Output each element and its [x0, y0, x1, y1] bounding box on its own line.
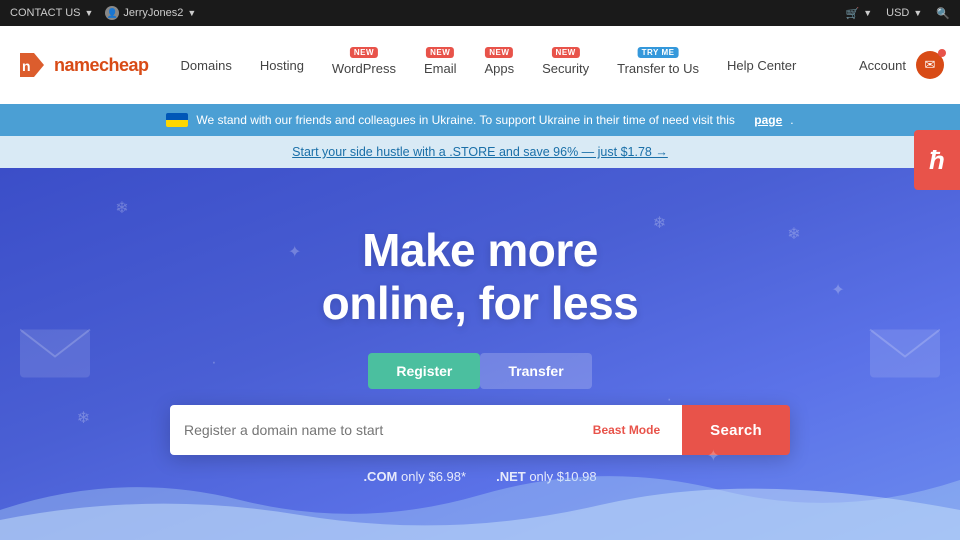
top-bar: CONTACT US ▼ 👤 JerryJones2 ▼ 🛒 ▼ USD ▼ 🔍 — [0, 0, 960, 26]
snowflake-4: ✦ — [831, 280, 844, 300]
beast-mode-button[interactable]: Beast Mode — [585, 423, 668, 437]
hero-section: ❄ ✦ ❄ ✦ ❄ ✦ · · ❄ Make more online, for … — [0, 168, 960, 540]
logo-svg-icon: n — [16, 49, 48, 81]
username-label: JerryJones2 — [123, 7, 183, 19]
hero-title: Make more online, for less — [322, 224, 639, 330]
search-button[interactable]: Search — [682, 405, 790, 455]
nav-domains-label: Domains — [181, 58, 232, 73]
cart-icon: 🛒 — [846, 7, 860, 20]
security-badge: NEW — [552, 47, 580, 58]
logo-text: namecheap — [54, 55, 149, 76]
account-menu[interactable]: Account — [859, 58, 906, 73]
nav-items: Domains Hosting NEW WordPress NEW Email … — [169, 49, 859, 82]
nav-item-apps[interactable]: NEW Apps — [473, 49, 527, 82]
transfer-tab[interactable]: Transfer — [480, 353, 591, 389]
cart-menu[interactable]: 🛒 ▼ — [846, 7, 873, 20]
nav-hosting-label: Hosting — [260, 58, 304, 73]
currency-menu[interactable]: USD ▼ — [886, 7, 922, 19]
mail-icon-wrapper[interactable]: ✉ — [916, 51, 944, 79]
nav-helpcenter-label: Help Center — [727, 58, 796, 73]
ukraine-flag-icon — [166, 113, 188, 127]
top-bar-right: 🛒 ▼ USD ▼ 🔍 — [846, 7, 950, 20]
user-avatar-icon: 👤 — [105, 6, 119, 20]
snowflake-1: ❄ — [115, 198, 128, 218]
nav-bar: n namecheap Domains Hosting NEW WordPres… — [0, 26, 960, 104]
right-decoration — [860, 322, 940, 387]
nav-transfer-label: Transfer to Us — [617, 61, 699, 76]
notification-dot — [938, 49, 946, 57]
user-caret: ▼ — [187, 8, 196, 18]
currency-caret: ▼ — [913, 8, 922, 18]
snowflake-3: ❄ — [653, 213, 666, 233]
svg-text:n: n — [22, 58, 31, 74]
wave-svg — [0, 460, 960, 540]
flag-yellow-stripe — [166, 120, 188, 127]
register-tab[interactable]: Register — [368, 353, 480, 389]
snowflake-2: ✦ — [288, 242, 301, 262]
ukraine-page-link[interactable]: page — [754, 113, 782, 127]
nav-item-helpcenter[interactable]: Help Center — [715, 52, 808, 79]
user-menu[interactable]: 👤 JerryJones2 ▼ — [105, 6, 196, 20]
transfer-badge: TRY ME — [638, 47, 679, 58]
nav-security-label: Security — [542, 61, 589, 76]
hero-title-line2: online, for less — [322, 277, 639, 329]
domain-search-input[interactable] — [184, 422, 577, 438]
promo-text: Start your side hustle with a .STORE and… — [292, 145, 668, 159]
domain-tabs-row: Register Transfer — [368, 353, 591, 389]
snowflake-9: ❄ — [787, 224, 800, 244]
search-input-wrapper: Beast Mode — [170, 405, 682, 455]
nav-apps-label: Apps — [485, 61, 515, 76]
top-bar-left: CONTACT US ▼ 👤 JerryJones2 ▼ — [10, 6, 196, 20]
email-badge: NEW — [426, 47, 454, 58]
contact-us-menu[interactable]: CONTACT US ▼ — [10, 7, 93, 19]
bottom-wave-decoration — [0, 460, 960, 540]
account-label: Account — [859, 58, 906, 73]
search-icon: 🔍 — [936, 7, 950, 20]
left-envelope-icon — [20, 322, 100, 382]
ukraine-period: . — [790, 113, 793, 127]
nav-item-domains[interactable]: Domains — [169, 52, 244, 79]
contact-us-caret: ▼ — [85, 8, 94, 18]
nav-item-wordpress[interactable]: NEW WordPress — [320, 49, 408, 82]
domain-search-row: Beast Mode Search — [170, 405, 790, 455]
nav-item-transfer[interactable]: TRY ME Transfer to Us — [605, 49, 711, 82]
nav-item-email[interactable]: NEW Email — [412, 49, 469, 82]
flag-blue-stripe — [166, 113, 188, 120]
snowflake-8: · — [667, 391, 672, 409]
ukraine-banner: We stand with our friends and colleagues… — [0, 104, 960, 136]
heureka-button[interactable]: ħ — [914, 130, 960, 190]
currency-label: USD — [886, 7, 909, 19]
wordpress-badge: NEW — [350, 47, 378, 58]
search-icon-btn[interactable]: 🔍 — [936, 7, 950, 20]
nav-item-hosting[interactable]: Hosting — [248, 52, 316, 79]
cart-caret: ▼ — [863, 8, 872, 18]
nav-right: Account ✉ — [859, 51, 944, 79]
apps-badge: NEW — [485, 47, 513, 58]
snowflake-5: ❄ — [77, 408, 90, 428]
contact-us-label: CONTACT US — [10, 7, 81, 19]
ukraine-text: We stand with our friends and colleagues… — [196, 113, 735, 127]
nav-wordpress-label: WordPress — [332, 61, 396, 76]
nav-email-label: Email — [424, 61, 457, 76]
nav-item-security[interactable]: NEW Security — [530, 49, 601, 82]
hero-title-line1: Make more — [362, 224, 598, 276]
left-decoration — [20, 322, 100, 387]
logo[interactable]: n namecheap — [16, 49, 149, 81]
snowflake-7: · — [211, 354, 216, 372]
heureka-label: ħ — [929, 145, 945, 176]
right-envelope-icon — [860, 322, 940, 382]
promo-banner[interactable]: Start your side hustle with a .STORE and… — [0, 136, 960, 168]
